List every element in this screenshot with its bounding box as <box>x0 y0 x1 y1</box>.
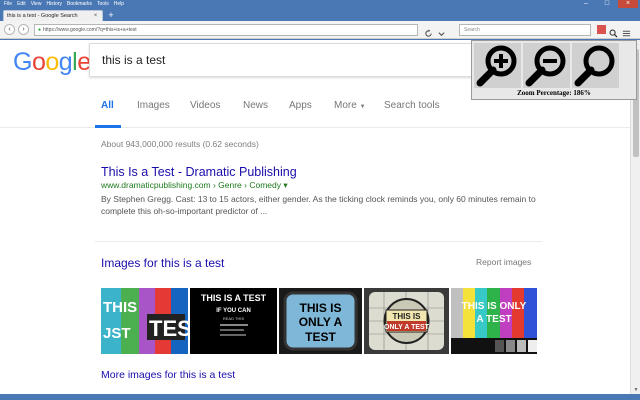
minimize-button[interactable]: – <box>576 0 596 8</box>
logo-letter: g <box>58 48 73 76</box>
section-divider <box>95 241 542 242</box>
thumbnail-text: ONLY A TEST <box>384 324 430 331</box>
thumbnail-text: THIS IS A TEST <box>201 293 267 303</box>
close-tab-icon[interactable]: × <box>92 13 99 19</box>
active-tab-indicator <box>95 125 121 128</box>
logo-letter: o <box>45 48 59 76</box>
menu-view[interactable]: View <box>31 0 42 9</box>
search-placeholder: Search <box>464 27 480 33</box>
thumbnail-text: THIS IS <box>392 312 421 321</box>
tab-title: this is a test - Google Search <box>7 13 78 19</box>
zoom-in-icon <box>476 45 517 87</box>
tab-more[interactable]: More ▼ <box>334 100 366 111</box>
menu-help[interactable]: Help <box>114 0 124 9</box>
new-tab-button[interactable]: + <box>106 11 116 20</box>
thumbnail-text: IF YOU CAN <box>216 308 251 314</box>
result-snippet: By Stephen Gregg. Cast: 13 to 15 actors,… <box>101 194 536 216</box>
thumbnail-text: THIS IS <box>299 301 341 315</box>
tab-more-label: More <box>334 100 357 111</box>
images-header-link[interactable]: Images for this is a test <box>101 256 224 270</box>
window-bottom-border <box>0 394 640 400</box>
navigation-bar: ‹ › ● https://www.google.com/?q=this+is+… <box>0 21 640 39</box>
thumbnail-text: ONLY A <box>299 315 343 329</box>
forward-button[interactable]: › <box>18 24 29 35</box>
thumbnail-text: THIS <box>103 299 137 316</box>
tab-search-tools[interactable]: Search tools <box>384 100 440 111</box>
back-button[interactable]: ‹ <box>4 24 15 35</box>
url-bar[interactable]: ● https://www.google.com/?q=this+is+a+te… <box>34 24 418 36</box>
tab-apps[interactable]: Apps <box>289 100 312 111</box>
browser-tab[interactable]: this is a test - Google Search × <box>3 10 103 21</box>
thumbnail-text: JST <box>103 325 131 342</box>
menu-file[interactable]: File <box>4 0 12 9</box>
reload-icon[interactable] <box>424 25 433 37</box>
thumbnail-text: A TEST <box>476 314 511 325</box>
report-images-link[interactable]: Report images <box>476 257 531 267</box>
search-result: This Is a Test - Dramatic Publishing www… <box>101 165 541 217</box>
image-thumbnail[interactable]: THIS IS A TEST IF YOU CAN READ THIS <box>190 288 277 354</box>
thumbnail-text: READ THIS <box>223 316 245 321</box>
scroll-down-icon[interactable]: ▼ <box>631 386 640 394</box>
menu-tools[interactable]: Tools <box>97 0 109 9</box>
zoom-percentage-label: Zoom Percentage: 186% <box>517 89 591 97</box>
zoom-out-icon <box>525 45 566 87</box>
thumbnail-text: THIS IS ONLY <box>462 301 527 312</box>
result-stats: About 943,000,000 results (0.62 seconds) <box>101 139 259 149</box>
dropdown-icon[interactable] <box>437 25 446 37</box>
maximize-button[interactable]: □ <box>597 0 617 8</box>
result-title-link[interactable]: This Is a Test - Dramatic Publishing <box>101 165 541 179</box>
logo-letter: o <box>31 48 46 76</box>
zoom-reset-icon <box>574 45 615 87</box>
menu-edit[interactable]: Edit <box>17 0 26 9</box>
image-thumbnail[interactable]: THIS JST TES <box>101 288 188 354</box>
tab-news[interactable]: News <box>243 100 268 111</box>
url-text: https://www.google.com/?q=this+is+a+test <box>43 27 137 33</box>
search-input[interactable]: this is a test <box>89 43 479 77</box>
google-logo[interactable]: Google <box>13 48 91 77</box>
thumbnail-text: TEST <box>305 330 336 344</box>
tab-videos[interactable]: Videos <box>190 100 220 111</box>
zoom-out-button[interactable] <box>523 43 570 88</box>
tab-bar: this is a test - Google Search × + <box>0 9 640 21</box>
menu-bar: File Edit View History Bookmarks Tools H… <box>0 0 640 9</box>
more-images-link[interactable]: More images for this is a test <box>101 369 235 381</box>
zoom-panel: Zoom Percentage: 186% <box>471 40 637 100</box>
zoom-reset-button[interactable] <box>572 43 619 88</box>
zoom-extension-icon[interactable] <box>609 25 618 38</box>
extension-icon[interactable] <box>597 25 606 34</box>
zoom-in-button[interactable] <box>474 43 521 88</box>
image-thumbnail[interactable]: THIS IS ONLY A TEST <box>279 288 362 354</box>
menu-history[interactable]: History <box>46 0 62 9</box>
image-thumbnail[interactable]: THIS IS ONLY A TEST <box>364 288 449 354</box>
caret-down-icon: ▼ <box>359 104 366 110</box>
menu-icon[interactable] <box>622 25 631 37</box>
lock-icon: ● <box>38 27 42 33</box>
image-thumbnail[interactable]: THIS IS ONLY A TEST <box>451 288 537 354</box>
tab-images[interactable]: Images <box>137 100 170 111</box>
close-window-button[interactable]: × <box>618 0 638 8</box>
window-controls: – □ × <box>576 0 638 8</box>
tab-all[interactable]: All <box>101 100 114 111</box>
logo-letter: G <box>13 48 32 76</box>
menu-bookmarks[interactable]: Bookmarks <box>67 0 92 9</box>
search-query: this is a test <box>102 53 166 67</box>
result-url[interactable]: www.dramaticpublishing.com › Genre › Com… <box>101 180 541 191</box>
thumbnail-text: TES <box>149 316 188 341</box>
browser-search-input[interactable]: Search <box>459 24 591 36</box>
